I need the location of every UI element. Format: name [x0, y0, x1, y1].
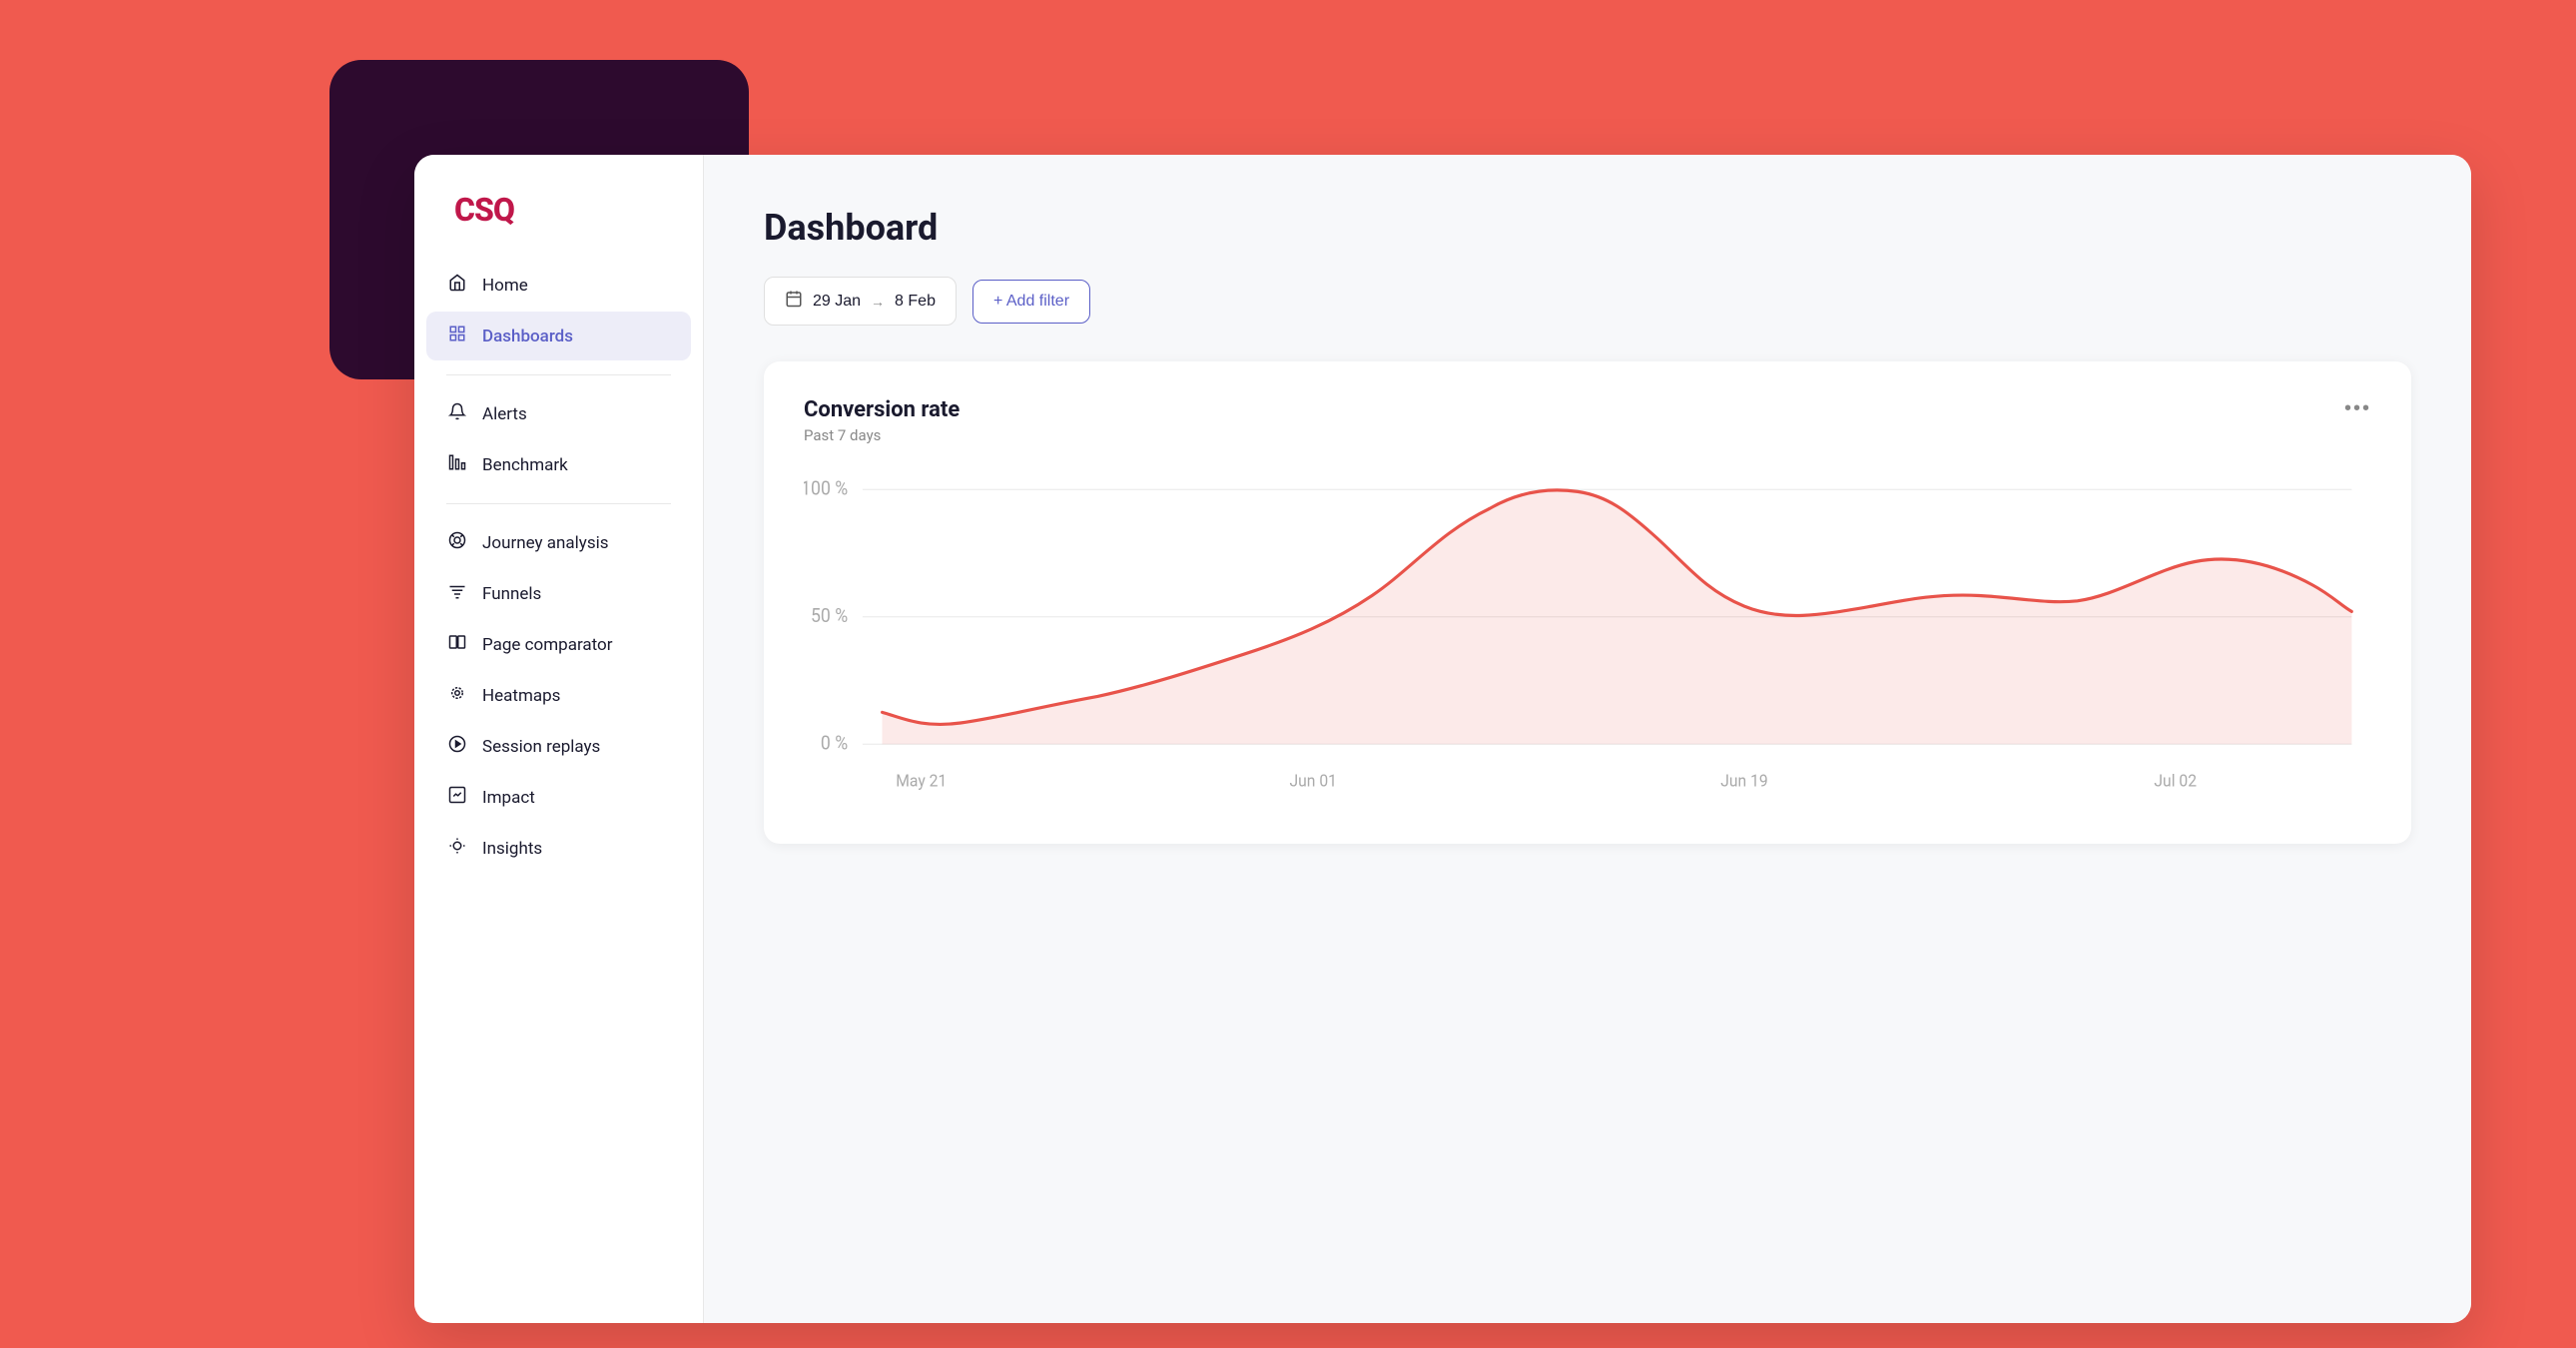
- filter-bar: 29 Jan → 8 Feb + Add filter: [764, 277, 2411, 326]
- heatmaps-icon: [446, 684, 468, 707]
- sidebar-item-funnels-label: Funnels: [482, 584, 541, 604]
- sidebar-item-impact[interactable]: Impact: [426, 773, 691, 822]
- sidebar-item-alerts[interactable]: Alerts: [426, 389, 691, 438]
- calendar-icon: [785, 290, 803, 313]
- sidebar-item-journey-analysis[interactable]: Journey analysis: [426, 518, 691, 567]
- sidebar-item-page-comparator[interactable]: Page comparator: [426, 620, 691, 669]
- svg-text:0 %: 0 %: [821, 733, 848, 755]
- dashboards-icon: [446, 325, 468, 347]
- more-options-icon: •••: [2344, 397, 2371, 419]
- svg-text:Jul 02: Jul 02: [2154, 771, 2197, 791]
- sidebar-item-impact-label: Impact: [482, 788, 535, 808]
- chart-subtitle: Past 7 days: [804, 426, 960, 444]
- alerts-icon: [446, 402, 468, 425]
- sidebar-item-benchmark-label: Benchmark: [482, 455, 568, 475]
- sidebar-item-page-comparator-label: Page comparator: [482, 635, 612, 655]
- svg-text:50 %: 50 %: [811, 605, 848, 627]
- impact-icon: [446, 786, 468, 809]
- svg-text:Jun 01: Jun 01: [1289, 771, 1337, 791]
- date-to: 8 Feb: [895, 293, 936, 311]
- sidebar-item-journey-label: Journey analysis: [482, 533, 609, 553]
- add-filter-label: + Add filter: [993, 293, 1069, 311]
- insights-icon: [446, 837, 468, 860]
- nav-divider-1: [446, 374, 671, 375]
- app-logo: CSQ: [454, 191, 514, 229]
- more-options-button[interactable]: •••: [2344, 397, 2371, 420]
- date-range-button[interactable]: 29 Jan → 8 Feb: [764, 277, 957, 326]
- svg-text:Jun 19: Jun 19: [1720, 771, 1768, 791]
- conversion-rate-chart: 100 % 50 % 0 % May 21 Jun 01 Jun 19 Jul …: [804, 468, 2371, 808]
- funnels-icon: [446, 582, 468, 605]
- sidebar-item-session-replays[interactable]: Session replays: [426, 722, 691, 771]
- chart-area: 100 % 50 % 0 % May 21 Jun 01 Jun 19 Jul …: [804, 468, 2371, 808]
- sidebar-item-benchmark[interactable]: Benchmark: [426, 440, 691, 489]
- sidebar-item-heatmaps[interactable]: Heatmaps: [426, 671, 691, 720]
- benchmark-icon: [446, 453, 468, 476]
- page-comparator-icon: [446, 633, 468, 656]
- journey-analysis-icon: [446, 531, 468, 554]
- sidebar-item-alerts-label: Alerts: [482, 404, 527, 424]
- svg-text:100 %: 100 %: [804, 478, 848, 500]
- main-content: Dashboard 29 Jan → 8 Feb + Add filter: [704, 155, 2471, 1323]
- chart-title: Conversion rate: [804, 397, 960, 422]
- sidebar-item-home[interactable]: Home: [426, 261, 691, 310]
- chart-card: Conversion rate Past 7 days ••• 100 % 50…: [764, 361, 2411, 844]
- sidebar-item-funnels[interactable]: Funnels: [426, 569, 691, 618]
- sidebar-item-insights-label: Insights: [482, 839, 542, 859]
- sidebar-item-dashboards-label: Dashboards: [482, 327, 573, 346]
- sidebar-item-heatmaps-label: Heatmaps: [482, 686, 560, 706]
- svg-text:May 21: May 21: [896, 771, 947, 791]
- chart-header: Conversion rate Past 7 days •••: [804, 397, 2371, 444]
- page-title: Dashboard: [764, 207, 2411, 249]
- home-icon: [446, 274, 468, 297]
- chart-title-area: Conversion rate Past 7 days: [804, 397, 960, 444]
- sidebar-item-insights[interactable]: Insights: [426, 824, 691, 873]
- date-from: 29 Jan: [813, 293, 861, 311]
- sidebar-item-session-replays-label: Session replays: [482, 737, 600, 757]
- session-replays-icon: [446, 735, 468, 758]
- date-arrow: →: [871, 294, 885, 310]
- main-window: CSQ Home: [414, 155, 2471, 1323]
- sidebar: CSQ Home: [414, 155, 704, 1323]
- nav-divider-2: [446, 503, 671, 504]
- logo-area: CSQ: [414, 155, 703, 261]
- sidebar-item-home-label: Home: [482, 276, 528, 296]
- nav-section-top: Home Dashboards: [414, 261, 703, 875]
- sidebar-item-dashboards[interactable]: Dashboards: [426, 312, 691, 360]
- add-filter-button[interactable]: + Add filter: [972, 280, 1090, 324]
